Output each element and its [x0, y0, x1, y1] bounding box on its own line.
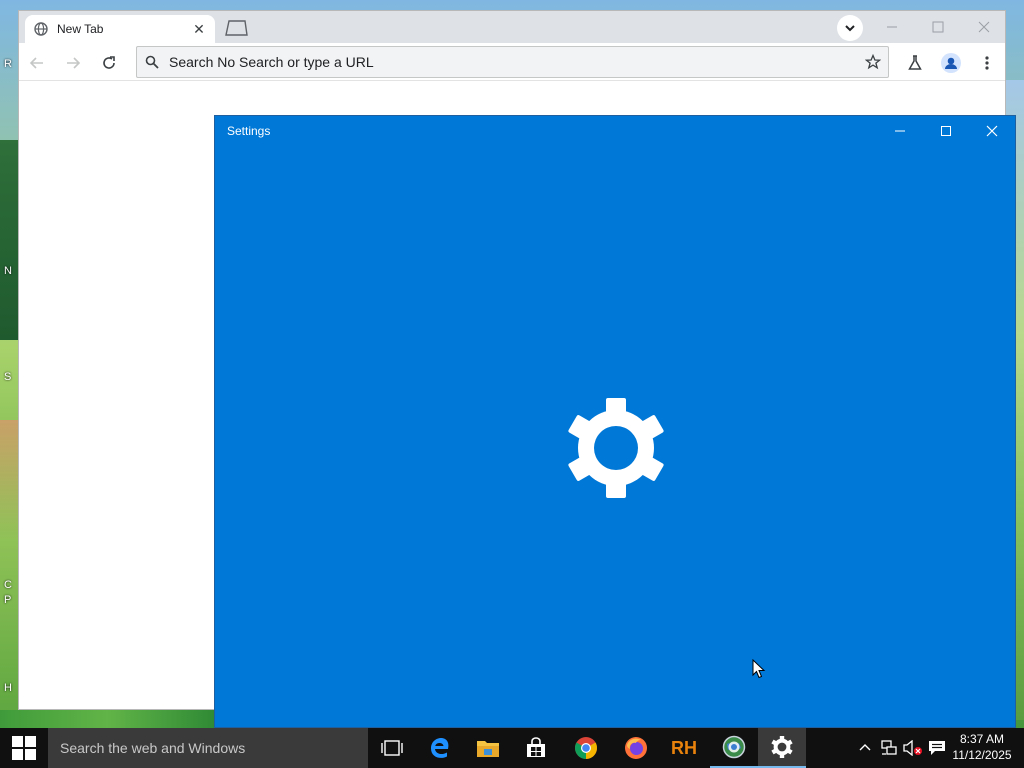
globe-icon: [33, 21, 49, 37]
chrome-icon: [575, 737, 597, 759]
desktop-wallpaper-tree: [0, 140, 20, 340]
windows-logo-icon: [12, 736, 36, 760]
desktop-icon-label[interactable]: N: [4, 265, 12, 277]
flask-icon: [908, 55, 922, 70]
taskbar-store[interactable]: [512, 728, 560, 768]
tab-search-button[interactable]: [837, 15, 863, 41]
desktop-icon-label[interactable]: C: [4, 579, 12, 591]
taskbar-search-text[interactable]: Search the web and Windows: [60, 740, 245, 756]
tab-title: New Tab: [57, 22, 104, 36]
close-icon: [986, 125, 998, 137]
globe-app-icon: [722, 735, 746, 759]
show-hidden-icons-button[interactable]: [854, 728, 876, 768]
settings-title: Settings: [227, 124, 271, 138]
notifications-button[interactable]: [926, 728, 948, 768]
taskbar-rh-app[interactable]: RH: [660, 728, 708, 768]
settings-window: Settings: [214, 115, 1016, 728]
labs-button[interactable]: [903, 51, 927, 75]
rh-label: RH: [671, 737, 697, 758]
taskbar-edge[interactable]: [416, 728, 464, 768]
tab-new-tab[interactable]: New Tab ✕: [25, 15, 215, 43]
maximize-icon: [941, 126, 951, 136]
chevron-down-icon: [845, 25, 855, 32]
maximize-icon: [932, 21, 944, 33]
tab-close-button[interactable]: ✕: [191, 21, 207, 38]
taskbar-chrome[interactable]: [562, 728, 610, 768]
reload-icon: [103, 56, 115, 69]
chevron-up-icon: [859, 744, 871, 751]
desktop-wallpaper-bottom: [0, 710, 215, 728]
reload-button[interactable]: [97, 51, 121, 75]
clock-time: 8:37 AM: [959, 732, 1005, 746]
bookmark-star-button[interactable]: [858, 54, 888, 70]
start-button[interactable]: [0, 728, 48, 768]
taskbar-clock[interactable]: 8:37 AM 11/12/2025: [950, 731, 1014, 763]
mouse-cursor: [752, 658, 766, 679]
clock-date: 11/12/2025: [952, 748, 1012, 762]
minimize-icon: [887, 26, 897, 28]
settings-titlebar[interactable]: Settings: [215, 116, 1015, 146]
gear-icon: [771, 736, 793, 758]
firefox-icon: [625, 737, 647, 759]
taskbar-network-app[interactable]: [710, 728, 758, 768]
browser-toolbar: Search No Search or type a URL: [19, 43, 1005, 81]
taskbar-file-explorer[interactable]: [464, 728, 512, 768]
taskbar-firefox[interactable]: [612, 728, 660, 768]
minimize-button[interactable]: [877, 17, 907, 37]
search-icon: [145, 55, 159, 69]
gear-icon: [566, 398, 666, 498]
forward-button[interactable]: [61, 51, 85, 75]
edge-icon: [431, 738, 449, 758]
action-center-icon: [929, 741, 945, 755]
network-tray-button[interactable]: [878, 728, 900, 768]
settings-maximize-button[interactable]: [923, 116, 969, 146]
close-icon: [978, 21, 990, 33]
taskbar-search-box[interactable]: Search the web and Windows: [48, 728, 368, 768]
task-view-button[interactable]: [368, 728, 416, 768]
settings-minimize-button[interactable]: [877, 116, 923, 146]
avatar-icon: [941, 53, 961, 73]
address-bar[interactable]: Search No Search or type a URL: [136, 46, 889, 78]
address-bar-text[interactable]: Search No Search or type a URL: [169, 54, 848, 70]
task-view-icon: [381, 740, 403, 756]
back-button[interactable]: [25, 51, 49, 75]
store-icon: [527, 737, 545, 757]
desktop-icon-label[interactable]: P: [4, 594, 11, 606]
minimize-icon: [895, 130, 905, 132]
profile-button[interactable]: [939, 51, 963, 75]
maximize-button[interactable]: [923, 17, 953, 37]
desktop-icon-label[interactable]: H: [4, 682, 12, 694]
more-vertical-icon: [985, 56, 989, 70]
network-icon: [881, 740, 897, 755]
settings-close-button[interactable]: [969, 116, 1015, 146]
menu-button[interactable]: [975, 51, 999, 75]
desktop-icon-label[interactable]: S: [4, 371, 11, 383]
volume-muted-icon: [903, 740, 922, 756]
volume-tray-button[interactable]: [902, 728, 924, 768]
arrow-left-icon: [29, 57, 43, 69]
desktop-wallpaper-ground: [0, 420, 20, 720]
arrow-right-icon: [67, 57, 81, 69]
star-icon: [865, 54, 881, 70]
tab-strip: New Tab ✕: [19, 11, 1005, 43]
desktop-icon-label[interactable]: R: [4, 58, 12, 70]
taskbar-settings[interactable]: [758, 728, 806, 768]
new-tab-button[interactable]: [223, 19, 249, 37]
folder-icon: [477, 741, 499, 757]
close-button[interactable]: [969, 17, 999, 37]
taskbar: Search the web and Windows RH 8:37 AM 11…: [0, 728, 1024, 768]
